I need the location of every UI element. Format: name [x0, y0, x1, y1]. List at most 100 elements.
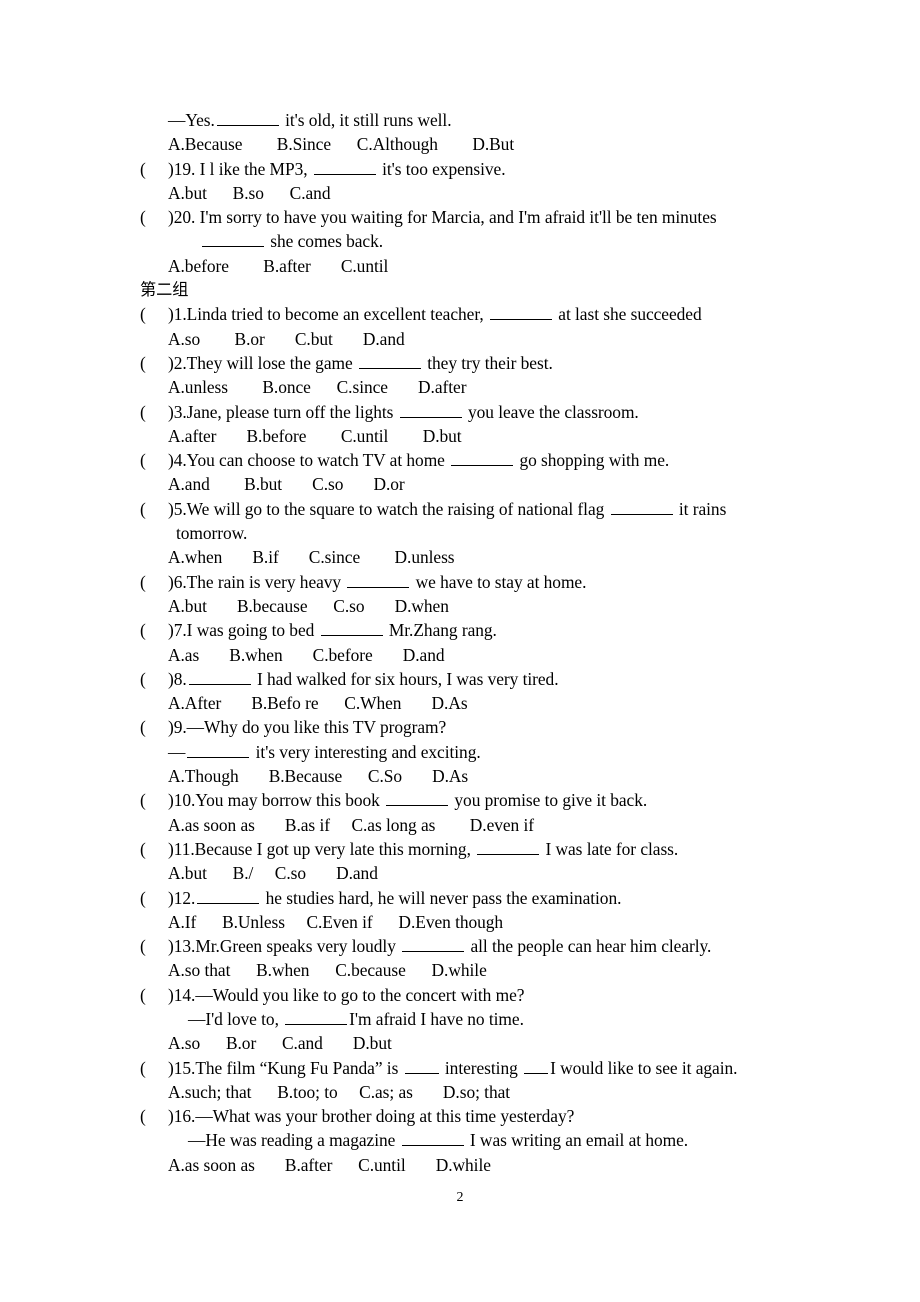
question-3-stem-post: you leave the classroom. [463, 401, 639, 422]
question-8-options: A.After B.Befo re C.When D.As [168, 693, 468, 714]
question-5-stem-pre: )5.We will go to the square to watch the… [168, 498, 609, 519]
document-body: —Yes. it's old, it still runs well. A.Be… [140, 108, 800, 1177]
question-16-reply-post: I was writing an email at home. [465, 1130, 689, 1151]
question-4-stem-pre: )4.You can choose to watch TV at home [168, 450, 450, 471]
answer-bracket[interactable]: ( [140, 497, 168, 521]
answer-blank [347, 570, 410, 588]
question-12-stem-pre: )12. [168, 887, 196, 908]
question-5-stem-post: it rains [674, 498, 727, 519]
question-6-options: A.but B.because C.so D.when [168, 595, 449, 616]
question-10-stem-post: you promise to give it back. [450, 790, 648, 811]
question-19-options: A.but B.so C.and [168, 182, 331, 203]
answer-bracket[interactable]: ( [140, 618, 168, 642]
question-12-options: A.If B.Unless C.Even if D.Even though [168, 911, 504, 932]
question-16-reply-pre: —He was reading a magazine [188, 1130, 400, 1151]
question-4-options: A.and B.but C.so D.or [168, 474, 405, 495]
answer-blank [404, 1056, 439, 1074]
answer-blank [451, 449, 514, 467]
question-7-stem-pre: )7.I was going to bed [168, 620, 319, 641]
answer-bracket[interactable]: ( [140, 788, 168, 812]
question-5-stem: ()5.We will go to the square to watch th… [140, 497, 800, 521]
question-15-stem-pre: )15.The film “Kung Fu Panda” is [168, 1057, 403, 1078]
answer-bracket[interactable]: ( [140, 448, 168, 472]
question-9-options: A.Though B.Because C.So D.As [168, 766, 469, 787]
question-8-stem-post: I had walked for six hours, I was very t… [252, 668, 559, 689]
question-20-options: A.before B.after C.until [168, 255, 389, 276]
question-13-options: A.so that B.when C.because D.while [168, 960, 487, 981]
question-12-stem: ()12. he studies hard, he will never pas… [140, 886, 800, 910]
question-14-stem-pre: )14.—Would you like to go to the concert… [168, 984, 525, 1005]
question-9-stem: ()9.—Why do you like this TV program? [140, 715, 800, 739]
answer-blank [386, 789, 449, 807]
question-2-stem-post: they try their best. [422, 352, 553, 373]
question-2-stem: ()2.They will lose the game they try the… [140, 351, 800, 375]
answer-blank [320, 619, 383, 637]
question-6-stem-pre: )6.The rain is very heavy [168, 571, 346, 592]
answer-bracket[interactable]: ( [140, 667, 168, 691]
question-14-stem: ()14.—Would you like to go to the concer… [140, 983, 800, 1007]
answer-blank [524, 1056, 549, 1074]
question-15-options: A.such; that B.too; to C.as; as D.so; th… [168, 1081, 511, 1102]
answer-bracket[interactable]: ( [140, 400, 168, 424]
question-10-stem-pre: )10.You may borrow this book [168, 790, 385, 811]
question-3-stem: ()3.Jane, please turn off the lights you… [140, 400, 800, 424]
answer-blank [197, 886, 260, 904]
question-10-options: A.as soon as B.as if C.as long as D.even… [168, 814, 535, 835]
q18-answer-tail: it's old, it still runs well. [280, 110, 452, 130]
question-20-stem: ()20. I'm sorry to have you waiting for … [140, 205, 800, 229]
question-6-stem: ()6.The rain is very heavy we have to st… [140, 570, 800, 594]
question-13-stem-pre: )13.Mr.Green speaks very loudly [168, 936, 401, 957]
question-15-stem: ()15.The film “Kung Fu Panda” is interes… [140, 1056, 800, 1080]
question-20-continuation: she comes back. [140, 229, 800, 253]
question-9-reply-pre: — [168, 741, 186, 762]
answer-bracket[interactable]: ( [140, 351, 168, 375]
answer-blank [313, 157, 376, 175]
answer-blank [188, 667, 251, 685]
question-12-stem-post: he studies hard, he will never pass the … [261, 887, 622, 908]
answer-bracket[interactable]: ( [140, 570, 168, 594]
page-number: 2 [456, 1190, 464, 1205]
question-4-stem: ()4.You can choose to watch TV at home g… [140, 448, 800, 472]
question-1-stem-pre: )1.Linda tried to become an excellent te… [168, 304, 488, 325]
answer-blank [285, 1007, 348, 1025]
question-8-stem: ()8. I had walked for six hours, I was v… [140, 667, 800, 691]
question-5-options: A.when B.if C.since D.unless [168, 547, 455, 568]
question-2-stem-pre: )2.They will lose the game [168, 352, 357, 373]
answer-blank [477, 837, 540, 855]
question-1-stem-post: at last she succeeded [553, 304, 702, 325]
answer-blank [202, 230, 264, 248]
question-16-options: A.as soon as B.after C.until D.while [168, 1154, 491, 1175]
question-8-stem-pre: )8. [168, 668, 187, 689]
answer-bracket[interactable]: ( [140, 886, 168, 910]
question-7-options: A.as B.when C.before D.and [168, 644, 445, 665]
answer-bracket[interactable]: ( [140, 205, 168, 229]
question-3-options: A.after B.before C.until D.but [168, 425, 462, 446]
question-7-stem-post: Mr.Zhang rang. [384, 620, 497, 641]
answer-blank [187, 740, 250, 758]
answer-bracket[interactable]: ( [140, 715, 168, 739]
answer-bracket[interactable]: ( [140, 934, 168, 958]
question-5-continuation-text: tomorrow. [176, 523, 248, 544]
question-13-stem: ()13.Mr.Green speaks very loudly all the… [140, 934, 800, 958]
answer-bracket[interactable]: ( [140, 983, 168, 1007]
answer-bracket[interactable]: ( [140, 1056, 168, 1080]
question-16-reply: —He was reading a magazine I was writing… [140, 1128, 800, 1152]
q20-stem: )20. I'm sorry to have you waiting for M… [168, 207, 717, 228]
question-1-options: A.so B.or C.but D.and [168, 328, 405, 349]
answer-blank [399, 400, 462, 418]
answer-bracket[interactable]: ( [140, 1104, 168, 1128]
answer-bracket[interactable]: ( [140, 157, 168, 181]
question-7-stem: ()7.I was going to bed Mr.Zhang rang. [140, 618, 800, 642]
question-14-reply-pre: —I'd love to, [188, 1008, 284, 1029]
question-11-stem-pre: )11.Because I got up very late this morn… [168, 838, 476, 859]
q19-stem-post: it's too expensive. [377, 158, 506, 179]
answer-bracket[interactable]: ( [140, 302, 168, 326]
question-4-stem-post: go shopping with me. [515, 450, 670, 471]
answer-bracket[interactable]: ( [140, 837, 168, 861]
question-13-stem-post: all the people can hear him clearly. [466, 936, 712, 957]
answer-blank [401, 1129, 464, 1147]
question-16-stem-pre: )16.—What was your brother doing at this… [168, 1106, 575, 1127]
question-15-stem-post: I would like to see it again. [550, 1057, 738, 1078]
question-9-reply-post: it's very interesting and exciting. [251, 741, 481, 762]
question-11-options: A.but B./ C.so D.and [168, 863, 378, 884]
